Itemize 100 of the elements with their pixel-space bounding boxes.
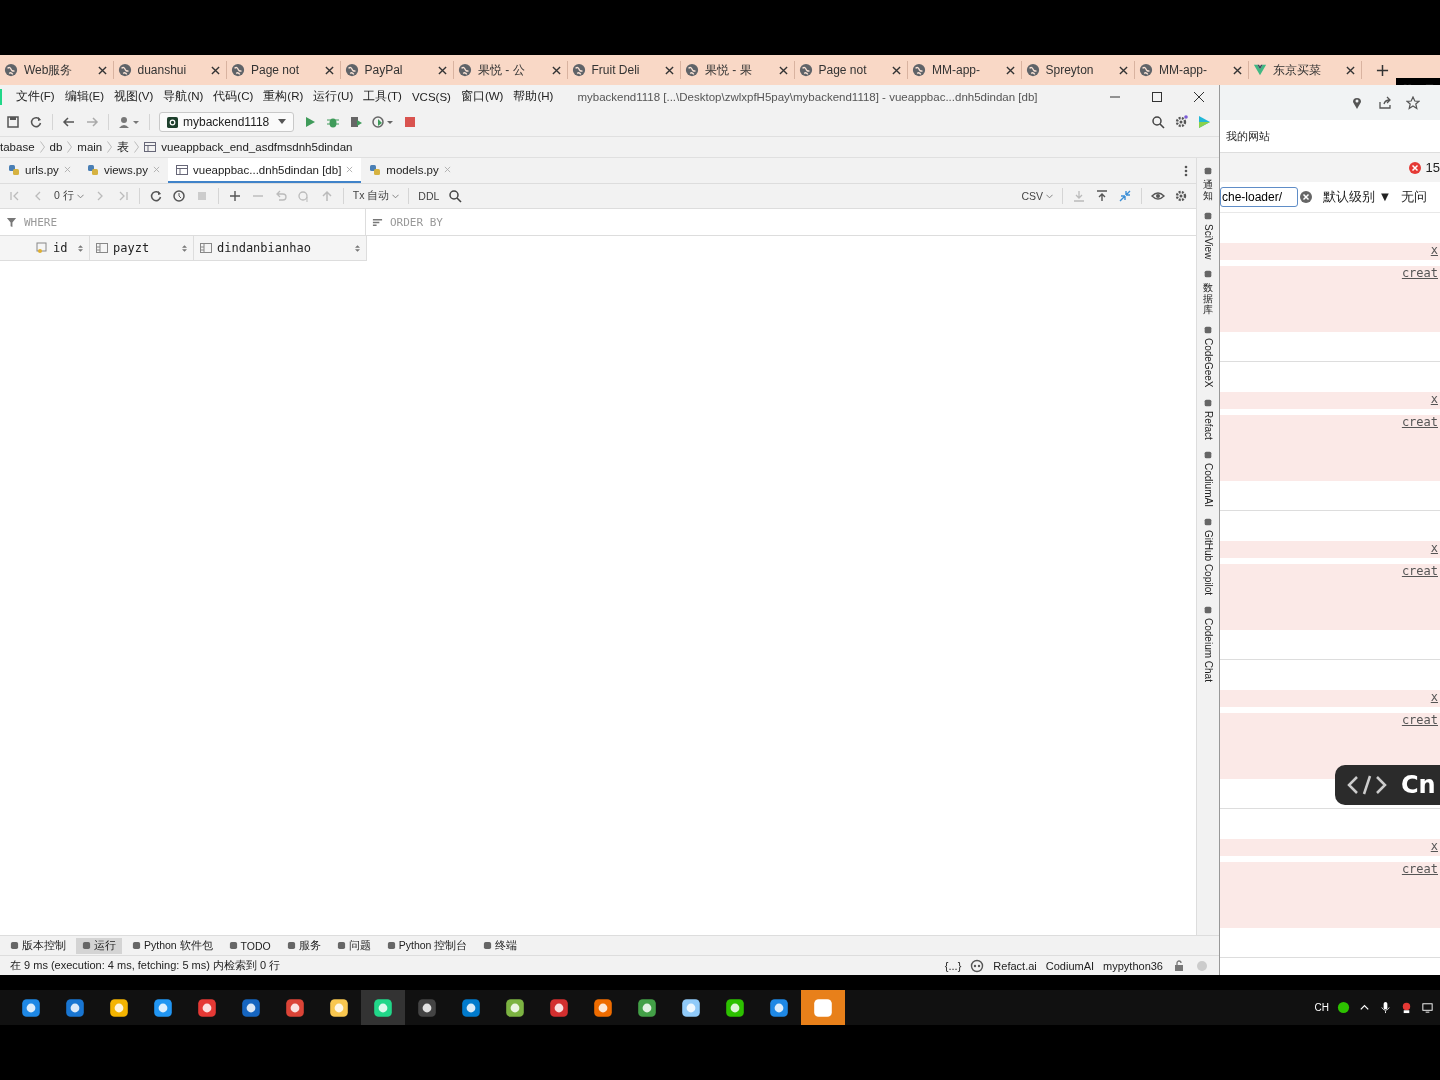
tool-window-icon[interactable] [1203, 449, 1213, 460]
menu-item[interactable]: 运行(U) [313, 89, 354, 104]
taskbar-app[interactable] [361, 990, 405, 1025]
close-icon[interactable] [1346, 65, 1355, 75]
editor-tab[interactable]: views.py [78, 158, 168, 183]
copilot-icon[interactable] [970, 958, 985, 973]
tool-window-tab[interactable]: 运行 [76, 937, 122, 954]
clock-icon[interactable] [171, 189, 186, 203]
tool-window-label[interactable]: 数据库 [1203, 282, 1213, 316]
stop-icon[interactable] [403, 115, 418, 129]
run-configuration-dropdown[interactable]: mybackend1118 [159, 112, 295, 132]
clear-icon[interactable] [1299, 190, 1313, 204]
sort-icon[interactable] [78, 243, 83, 253]
tab-title[interactable]: Page not [251, 63, 319, 77]
breadcrumb-item[interactable]: main [77, 141, 103, 153]
close-icon[interactable] [778, 65, 788, 75]
tab-title[interactable]: PayPal [364, 63, 432, 77]
new-tab-icon[interactable] [1376, 63, 1389, 77]
close-icon[interactable] [1119, 65, 1128, 75]
back-arrow-icon[interactable] [62, 115, 76, 129]
source-link[interactable]: creat [1401, 415, 1438, 429]
save-icon[interactable] [6, 115, 20, 129]
bookmark-item[interactable]: 我的网站 [1226, 128, 1270, 144]
more-options-icon[interactable] [1184, 163, 1188, 178]
source-link[interactable]: x [1430, 839, 1438, 856]
editor-tab[interactable]: vueappbac...dnh5dindan [db] [168, 158, 362, 183]
close-icon[interactable] [1232, 65, 1242, 75]
tab-title[interactable]: MM-app- [932, 63, 1000, 77]
source-link[interactable]: x [1430, 690, 1438, 707]
tool-window-tab[interactable]: Python 控制台 [380, 937, 474, 954]
source-link[interactable]: creat [1401, 564, 1438, 578]
tab-title[interactable]: 果悦 - 果 [705, 61, 773, 79]
breadcrumb-item[interactable]: db [49, 141, 63, 153]
sort-icon[interactable] [355, 243, 360, 253]
tool-window-icon[interactable] [1203, 211, 1213, 221]
menu-item[interactable]: 文件(F) [16, 89, 55, 104]
input-language-indicator[interactable]: CH [1314, 1002, 1329, 1013]
refresh-icon[interactable] [29, 115, 43, 129]
tool-window-tab[interactable]: 服务 [280, 937, 327, 954]
breadcrumb-item[interactable]: vueappback_end_asdfmsdnh5dindan [161, 141, 353, 153]
close-icon[interactable] [211, 65, 220, 75]
close-icon[interactable] [1005, 65, 1015, 75]
column-header[interactable]: dindanbianhao [194, 236, 367, 261]
status-item[interactable]: CodiumAI [1045, 959, 1095, 972]
menu-item[interactable]: 窗口(W) [460, 89, 504, 104]
close-icon[interactable] [551, 65, 561, 75]
menu-item[interactable]: 视图(V) [114, 89, 154, 104]
lock-icon[interactable] [1172, 958, 1186, 973]
tool-window-label[interactable]: GitHub Copilot [1202, 529, 1214, 595]
menu-item[interactable]: 重构(R) [263, 89, 304, 104]
editor-tab[interactable]: urls.py [0, 158, 79, 183]
tab-title[interactable]: Page not [818, 63, 886, 77]
sort-icon[interactable] [182, 243, 187, 253]
tool-window-icon[interactable] [1203, 325, 1213, 336]
tool-window-icon[interactable] [1203, 604, 1213, 615]
close-icon[interactable] [324, 65, 334, 75]
tool-window-label[interactable]: CodiumAI [1202, 462, 1214, 507]
menu-item[interactable]: 工具(T) [363, 89, 402, 104]
profiler-dropdown-icon[interactable] [372, 115, 395, 129]
breadcrumb-item[interactable]: tabase [0, 141, 35, 153]
network-icon[interactable] [1421, 1001, 1434, 1014]
close-icon[interactable] [892, 65, 901, 75]
console-filter-field[interactable]: che-loader/ [1220, 187, 1298, 207]
tray-app-icon[interactable] [1400, 1001, 1413, 1014]
row-count-dropdown[interactable]: 0 行 [54, 189, 74, 203]
source-link[interactable]: creat [1401, 713, 1438, 727]
tool-window-icon[interactable] [1203, 166, 1213, 176]
tab-title[interactable]: 东京买菜 [1272, 61, 1340, 79]
source-link[interactable]: x [1430, 392, 1438, 409]
close-icon[interactable] [438, 65, 447, 75]
menu-item[interactable]: 编辑(E) [64, 89, 105, 104]
close-icon[interactable] [97, 65, 107, 75]
star-icon[interactable] [1406, 95, 1420, 110]
close-icon[interactable] [665, 65, 674, 75]
tool-window-icon[interactable] [1203, 516, 1213, 527]
tab-title[interactable]: Web服务 [24, 61, 92, 79]
tab-title[interactable]: MM-app- [1159, 63, 1227, 77]
search-icon[interactable] [448, 189, 463, 203]
tool-window-tab[interactable]: 问题 [330, 937, 377, 954]
tool-window-icon[interactable] [1203, 397, 1213, 408]
column-header[interactable]: id [0, 236, 90, 261]
tool-window-tab[interactable]: 版本控制 [4, 937, 72, 954]
source-link[interactable]: creat [1401, 862, 1438, 876]
tool-window-label[interactable]: Refact [1202, 410, 1214, 440]
ime-icon[interactable] [1337, 1001, 1350, 1014]
tool-window-tab[interactable]: 终端 [477, 937, 524, 954]
log-level-dropdown[interactable]: 默认级别 ▼ [1323, 188, 1392, 206]
add-row-icon[interactable] [227, 189, 242, 203]
share-icon[interactable] [1378, 95, 1392, 110]
eye-icon[interactable] [1151, 189, 1165, 203]
editor-tab[interactable]: models.py [361, 158, 459, 183]
settings-icon[interactable] [1174, 115, 1188, 129]
menu-item[interactable]: VCS(S) [411, 90, 451, 103]
tool-window-icon[interactable] [1203, 269, 1213, 280]
menu-item[interactable]: 导航(N) [163, 89, 204, 104]
tab-title[interactable]: Fruit Deli [591, 63, 659, 77]
tool-window-label[interactable]: Codeium Chat [1202, 617, 1214, 682]
column-header[interactable]: payzt [90, 236, 194, 261]
status-item[interactable]: Refact.ai [993, 959, 1037, 972]
search-icon[interactable] [1151, 115, 1165, 129]
